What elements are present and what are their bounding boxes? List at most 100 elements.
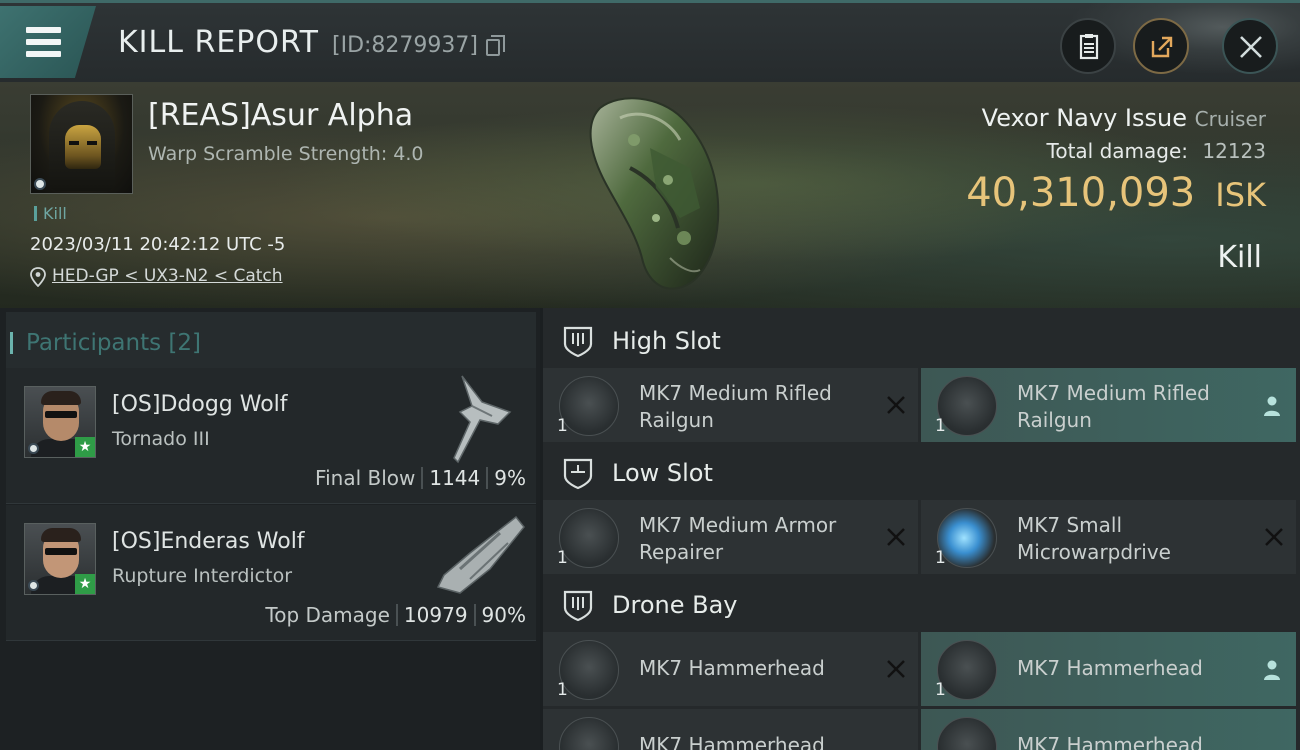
- total-damage: Total damage: 12123: [1047, 139, 1266, 163]
- kill-report-screen: KILL REPORT [ID:8279937] [REAS]Asur Alph…: [0, 0, 1300, 750]
- module-item[interactable]: 1 MK7 Hammerhead: [543, 632, 918, 706]
- fitting-panel: High Slot 1 MK7 Medium Rifled Railgun 1 …: [543, 308, 1300, 750]
- stat-label: Top Damage: [265, 603, 390, 627]
- microwarpdrive-icon: [937, 508, 997, 568]
- damage-percent: 90%: [481, 603, 526, 627]
- participant-stats: Final Blow 1144 9%: [315, 466, 526, 490]
- module-name: MK7 Hammerhead: [639, 733, 825, 750]
- corp-icon: [28, 580, 39, 591]
- location-link[interactable]: HED-GP < UX3-N2 < Catch: [52, 266, 283, 286]
- module-name: MK7 Medium Rifled Railgun: [639, 381, 832, 432]
- participants-header: Participants [2]: [6, 312, 536, 370]
- total-damage-label: Total damage:: [1046, 139, 1189, 163]
- module-name: MK7 Small Microwarpdrive: [1017, 513, 1171, 564]
- participant-name: [OS]Ddogg Wolf: [112, 392, 288, 417]
- module-quantity: 1: [935, 680, 946, 700]
- participants-panel: Participants [2] ★ [OS]Ddogg Wolf Tornad…: [0, 308, 540, 750]
- isk-unit: ISK: [1215, 176, 1266, 214]
- module-item[interactable]: 1 MK7 Small Microwarpdrive: [921, 500, 1296, 574]
- participant-name: [OS]Enderas Wolf: [112, 529, 305, 554]
- clipboard-button[interactable]: [1060, 18, 1116, 74]
- damage-percent: 9%: [494, 466, 526, 490]
- avatar: ★: [24, 386, 96, 458]
- module-item[interactable]: 1 MK7 Medium Rifled Railgun: [543, 368, 918, 442]
- ship-name: Vexor Navy Issue: [981, 104, 1187, 132]
- railgun-icon: [937, 376, 997, 436]
- participants-label: Participants [2]: [9, 330, 202, 356]
- share-button[interactable]: [1133, 18, 1189, 74]
- module-quantity: 1: [557, 548, 568, 568]
- drone-bay-label: Drone Bay: [612, 591, 738, 619]
- victim-portrait[interactable]: [30, 94, 133, 194]
- armor-repairer-icon: [559, 508, 619, 568]
- person-icon: [1264, 660, 1280, 680]
- participants-count: [2]: [168, 330, 202, 356]
- module-item[interactable]: 1 MK7 Medium Armor Repairer: [543, 500, 918, 574]
- high-slot-icon: [563, 326, 593, 358]
- railgun-icon: [559, 376, 619, 436]
- module-quantity: 1: [935, 416, 946, 436]
- module-name: MK7 Hammerhead: [1017, 733, 1203, 750]
- clipboard-icon: [1079, 34, 1099, 60]
- damage-dealt: 10979: [403, 603, 468, 627]
- participant-ship: Tornado III: [112, 428, 210, 450]
- top-bar: KILL REPORT [ID:8279937]: [0, 0, 1300, 83]
- victim-summary: [REAS]Asur Alpha Warp Scramble Strength:…: [0, 82, 1300, 308]
- page-title: KILL REPORT: [118, 25, 319, 60]
- close-button[interactable]: [1222, 18, 1278, 74]
- ship-class: Cruiser: [1194, 107, 1266, 131]
- person-icon: [1264, 396, 1280, 416]
- kill-location[interactable]: HED-GP < UX3-N2 < Catch: [30, 266, 283, 287]
- participant-ship-icon: [453, 375, 512, 464]
- low-slot-label: Low Slot: [612, 459, 713, 487]
- participant-row[interactable]: ★ [OS]Enderas Wolf Rupture Interdictor T…: [6, 505, 536, 641]
- total-damage-value: 12123: [1202, 139, 1266, 163]
- destroyed-icon: [887, 660, 905, 678]
- module-item[interactable]: 1 MK7 Hammerhead: [921, 709, 1296, 750]
- corp-icon: [34, 178, 46, 190]
- kill-timestamp: 2023/03/11 20:42:12 UTC -5: [30, 234, 286, 255]
- report-id: [ID:8279937]: [332, 33, 478, 58]
- star-icon: ★: [75, 574, 95, 594]
- destroyed-icon: [1265, 528, 1283, 546]
- victim-ship-image: [589, 97, 720, 290]
- share-icon: [1151, 36, 1173, 58]
- module-item[interactable]: 1 MK7 Hammerhead: [921, 632, 1296, 706]
- warp-scramble-strength: Warp Scramble Strength: 4.0: [148, 143, 424, 165]
- low-slot-header: Low Slot: [543, 442, 1300, 502]
- copy-icon[interactable]: [486, 35, 505, 56]
- corp-icon: [28, 443, 39, 454]
- module-name: MK7 Hammerhead: [1017, 656, 1203, 680]
- participant-stats: Top Damage 10979 90%: [265, 603, 526, 627]
- module-name: MK7 Medium Rifled Railgun: [1017, 381, 1210, 432]
- module-quantity: 1: [557, 416, 568, 436]
- drone-icon: [559, 640, 619, 700]
- module-quantity: 1: [935, 548, 946, 568]
- destroyed-icon: [887, 396, 905, 414]
- low-slot-icon: [563, 458, 593, 490]
- drone-icon: [937, 717, 997, 750]
- avatar: ★: [24, 523, 96, 595]
- isk-value: 40,310,093 ISK: [966, 170, 1266, 216]
- star-icon: ★: [75, 437, 95, 457]
- victim-ship-name[interactable]: Vexor Navy Issue Cruiser: [982, 104, 1266, 132]
- close-icon: [1240, 36, 1262, 58]
- kill-tag: Kill: [34, 204, 67, 223]
- damage-dealt: 1144: [429, 466, 481, 490]
- menu-button[interactable]: [0, 6, 96, 78]
- drone-icon: [559, 717, 619, 750]
- module-quantity: 1: [557, 680, 568, 700]
- module-item[interactable]: 1 MK7 Medium Rifled Railgun: [921, 368, 1296, 442]
- module-name: MK7 Medium Armor Repairer: [639, 513, 837, 564]
- destroyed-icon: [887, 528, 905, 546]
- isk-amount: 40,310,093: [966, 170, 1196, 216]
- participant-ship: Rupture Interdictor: [112, 565, 292, 587]
- module-name: MK7 Hammerhead: [639, 656, 825, 680]
- victim-name[interactable]: [REAS]Asur Alpha: [148, 98, 413, 133]
- drone-icon: [937, 640, 997, 700]
- high-slot-header: High Slot: [543, 310, 1300, 370]
- participant-row[interactable]: ★ [OS]Ddogg Wolf Tornado III Final Blow 1…: [6, 368, 536, 504]
- location-pin-icon: [30, 267, 46, 287]
- participant-ship-icon: [436, 515, 525, 594]
- module-item[interactable]: 1 MK7 Hammerhead: [543, 709, 918, 750]
